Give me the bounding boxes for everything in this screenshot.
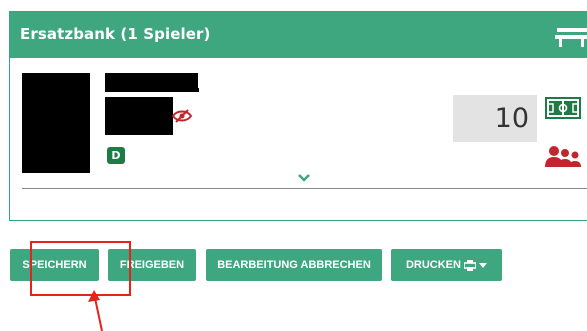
annotation-arrow-icon <box>88 290 103 331</box>
panel-header: Ersatzbank (1 Spieler) <box>10 12 587 58</box>
chevron-down-icon[interactable] <box>297 173 311 183</box>
player-photo-redacted <box>22 73 90 173</box>
caret-down-icon <box>479 262 488 268</box>
jersey-number-field[interactable]: 10 <box>453 95 537 142</box>
bench-icon[interactable] <box>555 24 587 48</box>
eye-slash-icon[interactable] <box>172 109 192 123</box>
player-name-redacted-2 <box>105 88 199 92</box>
soccer-field-icon[interactable] <box>545 97 581 119</box>
highlight-annotation-box <box>30 241 131 296</box>
cancel-edit-button[interactable]: BEARBEITUNG ABBRECHEN <box>206 249 382 281</box>
printer-icon <box>463 259 477 271</box>
cancel-edit-button-label: BEARBEITUNG ABBRECHEN <box>217 259 371 271</box>
users-icon[interactable] <box>544 145 582 167</box>
panel-title: Ersatzbank (1 Spieler) <box>20 25 211 43</box>
print-button-label: DRUCKEN <box>405 259 461 271</box>
position-badge: D <box>107 147 125 164</box>
divider <box>22 188 587 189</box>
print-dropdown-button[interactable]: DRUCKEN <box>391 249 502 281</box>
player-info-redacted <box>105 97 173 135</box>
